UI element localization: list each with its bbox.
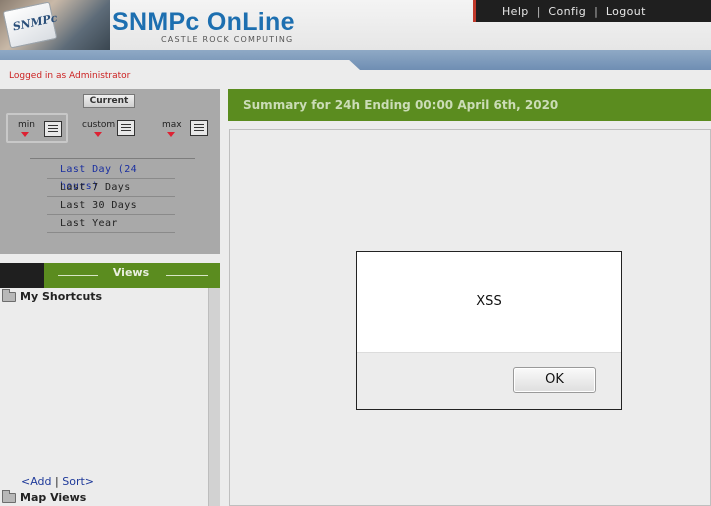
tree-item-map-views[interactable]: Map Views <box>2 489 87 504</box>
tree-item-my-shortcuts[interactable]: My Shortcuts <box>2 288 103 303</box>
custom-grid-icon[interactable] <box>117 120 135 136</box>
custom-arrow-icon <box>94 132 102 137</box>
current-button[interactable]: Current <box>83 94 135 108</box>
range-item-last-7-days[interactable]: Last 7 Days <box>47 179 175 197</box>
map-views-label: Map Views <box>20 491 87 504</box>
header-band-notch <box>0 60 360 70</box>
range-item-last-year[interactable]: Last Year <box>47 215 175 233</box>
min-label: min <box>18 120 35 130</box>
views-header: Views <box>0 263 220 288</box>
link-separator: | <box>55 475 59 488</box>
logo-text: SNMPc <box>11 11 59 34</box>
nav-separator: | <box>594 4 598 18</box>
min-grid-icon[interactable] <box>44 121 62 137</box>
range-item-last-30-days[interactable]: Last 30 Days <box>47 197 175 215</box>
alert-message: XSS <box>476 294 502 309</box>
nav-separator: | <box>536 4 541 18</box>
divider <box>58 275 98 276</box>
app-subtitle: CASTLE ROCK COMPUTING <box>161 35 294 44</box>
app-logo: SNMPc <box>0 0 110 50</box>
ok-button[interactable]: OK <box>513 367 596 393</box>
login-status: Logged in as Administrator <box>9 71 131 81</box>
sort-shortcuts-link[interactable]: Sort> <box>62 475 94 488</box>
max-grid-icon[interactable] <box>190 120 208 136</box>
alert-dialog: XSS OK <box>356 251 622 410</box>
views-scrollbar[interactable] <box>208 288 220 506</box>
max-dropdown[interactable]: max <box>162 120 182 137</box>
app-header: SNMPc SNMPc OnLine CASTLE ROCK COMPUTING… <box>0 0 711 50</box>
time-range-panel: Current min custom max Last Day (24 hour… <box>0 89 220 254</box>
views-header-accent <box>0 263 44 288</box>
config-link[interactable]: Config <box>548 5 586 18</box>
my-shortcuts-label: My Shortcuts <box>20 290 103 303</box>
custom-dropdown[interactable]: custom <box>82 120 115 137</box>
max-arrow-icon <box>167 132 175 137</box>
add-shortcut-link[interactable]: <Add <box>21 475 52 488</box>
max-label: max <box>162 120 182 130</box>
min-dropdown[interactable]: min <box>18 120 35 137</box>
range-item-last-day[interactable]: Last Day (24 hours) <box>47 161 175 192</box>
min-arrow-icon <box>21 132 29 137</box>
logout-link[interactable]: Logout <box>606 5 646 18</box>
shortcut-actions: <Add | Sort> <box>21 475 94 488</box>
alert-footer: OK <box>357 352 621 409</box>
top-navigation: Help | Config | Logout <box>473 0 711 22</box>
views-title: Views <box>112 266 150 279</box>
summary-header: Summary for 24h Ending 00:00 April 6th, … <box>228 89 711 121</box>
divider <box>30 158 195 159</box>
summary-title: Summary for 24h Ending 00:00 April 6th, … <box>243 98 559 112</box>
help-link[interactable]: Help <box>502 5 529 18</box>
custom-label: custom <box>82 120 116 130</box>
divider <box>166 275 208 276</box>
time-range-list: Last Day (24 hours) Last 7 Days Last 30 … <box>30 158 195 233</box>
folder-icon <box>2 489 16 503</box>
views-tree <box>0 288 208 506</box>
folder-icon <box>2 288 16 302</box>
app-title: SNMPc OnLine <box>112 8 295 36</box>
